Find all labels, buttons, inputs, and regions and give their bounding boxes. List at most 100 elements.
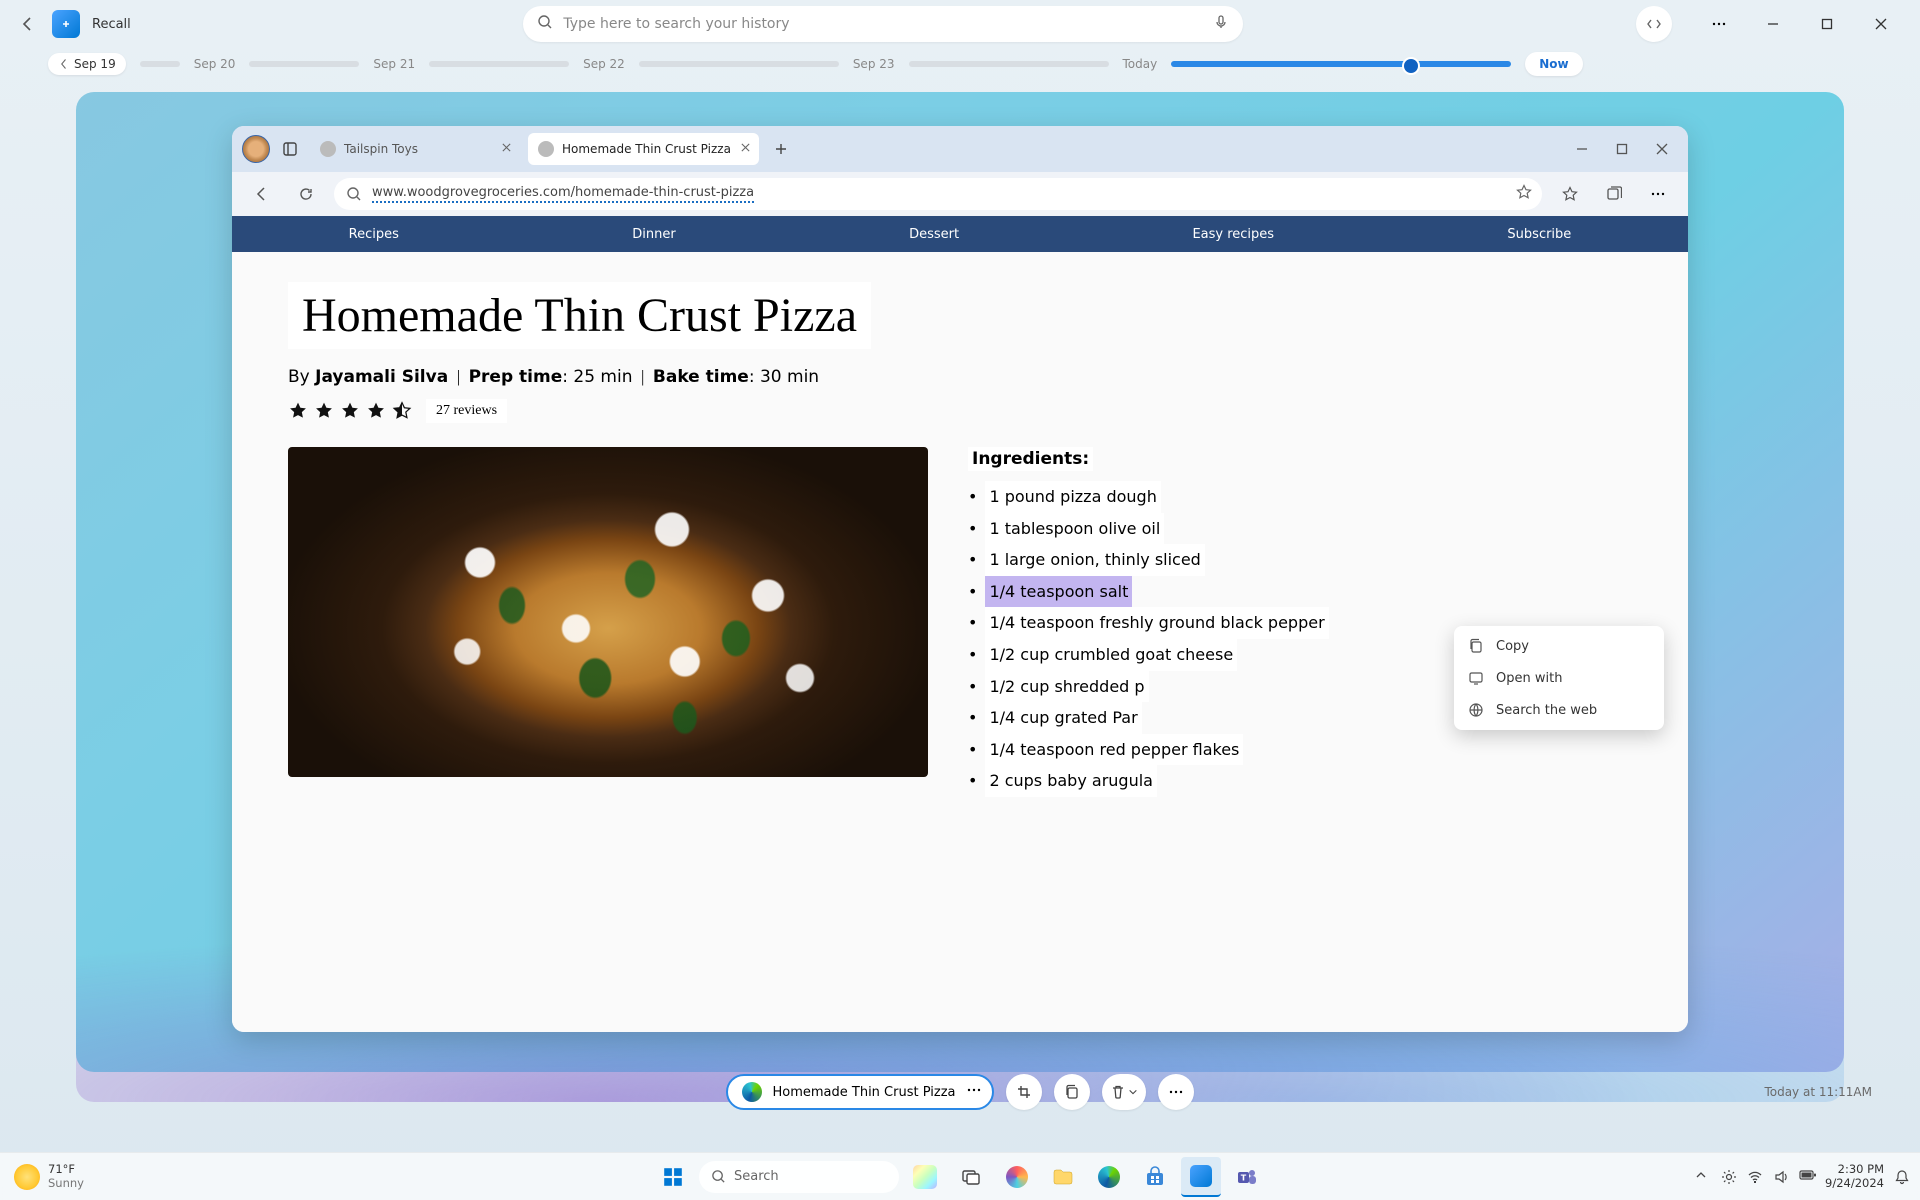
ingredient-item: 2 cups baby arugula: [968, 765, 1329, 797]
battery-icon[interactable]: [1799, 1169, 1815, 1185]
source-more-icon[interactable]: [966, 1082, 982, 1102]
star-icon: [314, 401, 334, 421]
weather-temp: 71°F: [48, 1163, 84, 1177]
ingredient-text: 1 pound pizza dough: [985, 481, 1160, 513]
site-nav: Recipes Dinner Dessert Easy recipes Subs…: [232, 216, 1688, 252]
nav-back-icon[interactable]: [246, 178, 278, 210]
clock-time: 2:30 PM: [1825, 1163, 1884, 1177]
address-bar[interactable]: www.woodgrovegroceries.com/homemade-thin…: [334, 178, 1542, 210]
ingredient-text: 1 large onion, thinly sliced: [985, 544, 1204, 576]
back-button[interactable]: [16, 12, 40, 36]
source-app-pill[interactable]: Homemade Thin Crust Pizza: [726, 1074, 993, 1110]
explorer-icon[interactable]: [1043, 1157, 1083, 1197]
ingredient-item: 1/2 cup crumbled goat cheese: [968, 639, 1329, 671]
new-tab-button[interactable]: [767, 135, 795, 163]
browser-tab-active[interactable]: Homemade Thin Crust Pizza: [528, 133, 759, 165]
browser-minimize-icon[interactable]: [1566, 133, 1598, 165]
collections-icon[interactable]: [1598, 178, 1630, 210]
history-search-box[interactable]: [523, 6, 1243, 42]
browser-menu-icon[interactable]: [1642, 178, 1674, 210]
nav-link[interactable]: Easy recipes: [1192, 227, 1274, 242]
maximize-button[interactable]: [1804, 8, 1850, 40]
tray-settings-icon[interactable]: [1721, 1169, 1737, 1185]
crop-button[interactable]: [1006, 1074, 1042, 1110]
nav-link[interactable]: Dessert: [909, 227, 959, 242]
tray-chevron-icon[interactable]: [1695, 1169, 1711, 1185]
star-half-icon: [392, 401, 412, 421]
tab-close-icon[interactable]: [501, 142, 512, 156]
timeline-date: Sep 21: [373, 57, 415, 71]
browser-window: Tailspin Toys Homemade Thin Crust Pizza …: [232, 126, 1688, 1032]
copilot-icon[interactable]: [997, 1157, 1037, 1197]
profile-avatar[interactable]: [242, 135, 270, 163]
favorite-star-icon[interactable]: [1516, 184, 1532, 204]
minimize-button[interactable]: [1750, 8, 1796, 40]
browser-tab[interactable]: Tailspin Toys: [310, 133, 520, 165]
history-search-input[interactable]: [563, 16, 1203, 32]
browser-toolbar: www.woodgrovegroceries.com/homemade-thin…: [232, 172, 1688, 216]
author-name: Jayamali Silva: [315, 367, 448, 387]
weather-widget[interactable]: 71°F Sunny: [14, 1163, 84, 1191]
browser-close-icon[interactable]: [1646, 133, 1678, 165]
timeline-active-segment[interactable]: [1171, 61, 1511, 67]
system-clock[interactable]: 2:30 PM 9/24/2024: [1825, 1163, 1884, 1191]
context-open-with[interactable]: Open with: [1454, 662, 1664, 694]
browser-maximize-icon[interactable]: [1606, 133, 1638, 165]
tab-close-icon[interactable]: [740, 142, 751, 156]
by-label: By: [288, 367, 315, 387]
refresh-icon[interactable]: [290, 178, 322, 210]
delete-snapshot-button[interactable]: [1102, 1074, 1146, 1110]
wifi-icon[interactable]: [1747, 1169, 1763, 1185]
date-label: Sep 19: [74, 57, 116, 71]
ingredient-item: 1 pound pizza dough: [968, 481, 1329, 513]
weather-condition: Sunny: [48, 1177, 84, 1191]
more-button[interactable]: [1696, 8, 1742, 40]
search-icon: [537, 14, 553, 34]
timeline-date: Sep 20: [194, 57, 236, 71]
edge-icon: [742, 1082, 762, 1102]
favorites-icon[interactable]: [1554, 178, 1586, 210]
recall-taskbar-icon[interactable]: [1181, 1157, 1221, 1197]
snapshot-timestamp: Today at 11:11AM: [1764, 1085, 1872, 1099]
microphone-icon[interactable]: [1213, 14, 1229, 34]
taskbar-app-icon[interactable]: [905, 1157, 945, 1197]
app-name: Recall: [92, 17, 131, 32]
notifications-icon[interactable]: [1894, 1169, 1910, 1185]
nav-link[interactable]: Recipes: [349, 227, 399, 242]
nav-link[interactable]: Subscribe: [1507, 227, 1571, 242]
now-button[interactable]: Now: [1525, 52, 1582, 76]
ingredient-item: 1/2 cup shredded p: [968, 671, 1329, 703]
url-text: www.woodgrovegroceries.com/homemade-thin…: [372, 185, 754, 203]
taskbar-search-placeholder: Search: [734, 1169, 779, 1184]
teams-icon[interactable]: T: [1227, 1157, 1267, 1197]
taskbar: 71°F Sunny Search T 2:30 PM 9/24/2024: [0, 1152, 1920, 1200]
close-button[interactable]: [1858, 8, 1904, 40]
context-search-web[interactable]: Search the web: [1454, 694, 1664, 726]
timeline[interactable]: Sep 19 Sep 20 Sep 21 Sep 22 Sep 23 Today…: [0, 48, 1920, 80]
code-button[interactable]: [1636, 6, 1672, 42]
volume-icon[interactable]: [1773, 1169, 1789, 1185]
timeline-date-current[interactable]: Sep 19: [48, 53, 126, 75]
taskbar-search[interactable]: Search: [699, 1161, 899, 1193]
ingredient-text: 1/4 teaspoon salt: [985, 576, 1132, 608]
open-with-icon: [1468, 670, 1484, 686]
tab-actions-icon[interactable]: [278, 137, 302, 161]
bake-label: Bake time: [653, 367, 749, 387]
ingredients-section: Ingredients: 1 pound pizza dough1 tables…: [968, 447, 1329, 797]
task-view-icon[interactable]: [951, 1157, 991, 1197]
nav-link[interactable]: Dinner: [632, 227, 675, 242]
store-icon[interactable]: [1135, 1157, 1175, 1197]
browser-tab-strip: Tailspin Toys Homemade Thin Crust Pizza: [232, 126, 1688, 172]
ingredient-item: 1/4 cup grated Par: [968, 702, 1329, 734]
start-button[interactable]: [653, 1157, 693, 1197]
ingredient-text: 1 tablespoon olive oil: [985, 513, 1164, 545]
ingredient-item: 1/4 teaspoon red pepper flakes: [968, 734, 1329, 766]
recipe-title: Homemade Thin Crust Pizza: [288, 282, 871, 349]
timeline-today-label: Today: [1123, 57, 1158, 71]
copy-snapshot-button[interactable]: [1054, 1074, 1090, 1110]
tab-title: Homemade Thin Crust Pizza: [562, 142, 731, 156]
ingredient-text: 1/4 teaspoon freshly ground black pepper: [985, 607, 1328, 639]
more-actions-button[interactable]: [1158, 1074, 1194, 1110]
context-copy[interactable]: Copy: [1454, 630, 1664, 662]
edge-taskbar-icon[interactable]: [1089, 1157, 1129, 1197]
